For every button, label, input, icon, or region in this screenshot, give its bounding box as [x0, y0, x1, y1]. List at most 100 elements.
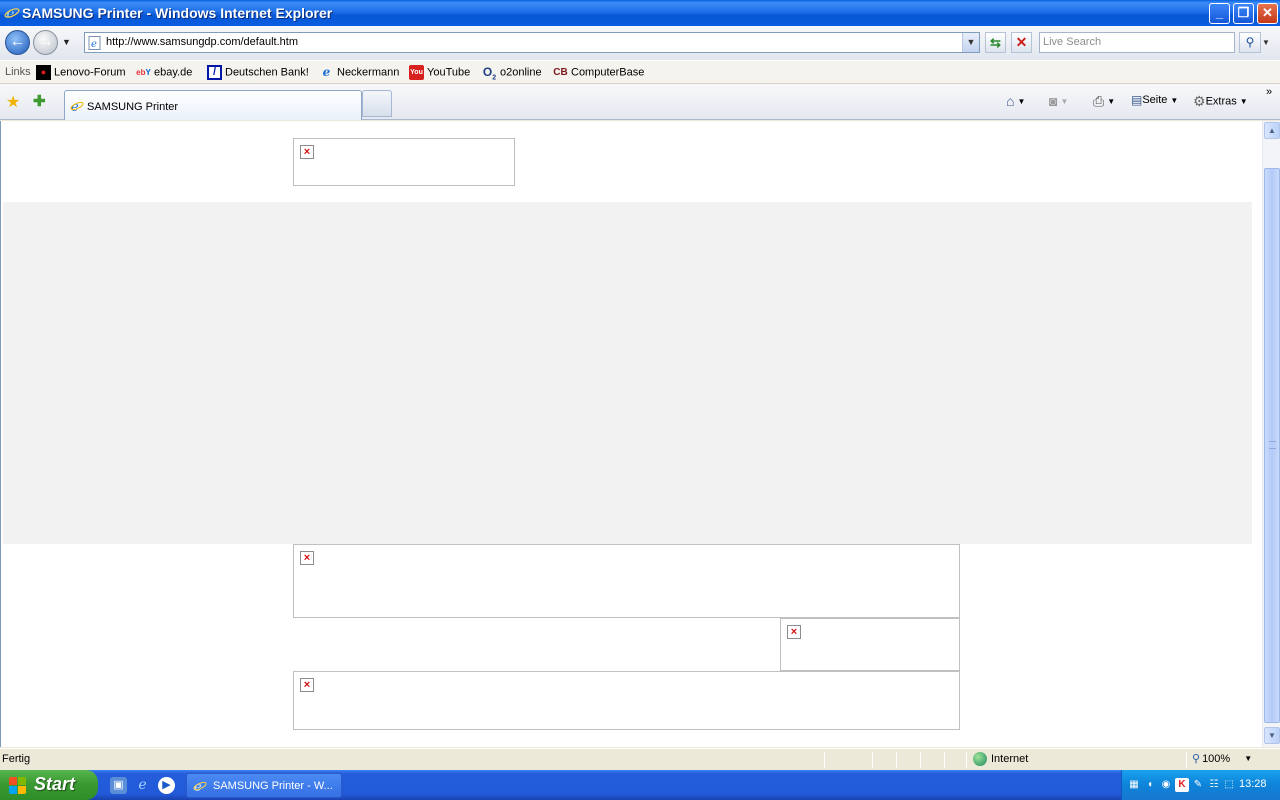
zoom-control[interactable]: ⚲ 100% ▼ [1192, 752, 1252, 766]
address-url[interactable]: http://www.samsungdp.com/default.htm [106, 36, 298, 48]
bluetooth-icon[interactable]: ✎ [1191, 778, 1205, 792]
link-label: o2online [500, 66, 542, 79]
network-icon[interactable]: ▦ [1127, 778, 1141, 792]
start-label: Start [34, 774, 76, 794]
status-divider [944, 752, 945, 768]
tools-menu-button[interactable]: ⚙Extras ▼ [1193, 93, 1248, 110]
taskbar-item-ie[interactable]: e SAMSUNG Printer - W... [186, 773, 342, 798]
svg-text:e: e [6, 6, 15, 21]
forward-button[interactable]: → [33, 30, 58, 55]
page-content: × × × × [0, 121, 1262, 747]
new-tab-button[interactable] [362, 90, 392, 117]
gear-icon: ⚙ [1193, 93, 1206, 109]
ebay-icon: ebY [136, 68, 151, 77]
back-button[interactable]: ← [5, 30, 30, 55]
status-text: Fertig [2, 753, 31, 765]
scroll-up-button[interactable]: ▲ [1264, 122, 1280, 139]
search-icon: ⚲ [1245, 35, 1255, 49]
system-tray: ▦ ◖ ◉ K ✎ ☷ ⬚ 13:28 [1121, 770, 1280, 800]
kaspersky-icon[interactable]: K [1175, 778, 1189, 792]
close-button[interactable]: ✕ [1257, 3, 1278, 24]
link-computerbase[interactable]: CB ComputerBase [553, 65, 644, 81]
link-deutsche-bank[interactable]: / Deutschen Bank! [207, 65, 309, 81]
ie-page-icon: e [88, 36, 102, 53]
chevron-down-icon: ▼ [1170, 95, 1179, 105]
search-placeholder: Live Search [1043, 36, 1102, 48]
grip-icon [1269, 441, 1276, 449]
address-bar[interactable]: e http://www.samsungdp.com/default.htm ▼ [84, 32, 980, 53]
status-bar: Fertig Internet ⚲ 100% ▼ [0, 748, 1280, 770]
wireless-icon[interactable]: ☷ [1207, 778, 1221, 792]
favorites-star-icon[interactable]: ★ [6, 92, 20, 112]
add-favorite-icon[interactable]: ✚ [33, 92, 46, 110]
chevron-down-icon: ▼ [1107, 97, 1116, 106]
link-ebay[interactable]: ebY ebay.de [136, 65, 192, 81]
lenovo-icon: ● [36, 65, 51, 80]
start-button[interactable]: Start [0, 770, 98, 800]
media-player-icon[interactable]: ▶ [158, 777, 175, 794]
tab-samsung-printer[interactable]: e SAMSUNG Printer [64, 90, 362, 120]
clock[interactable]: 13:28 [1239, 778, 1267, 790]
status-divider [920, 752, 921, 768]
content-banner-area [3, 202, 1252, 544]
volume-icon[interactable]: ◖ [1143, 778, 1157, 792]
safely-remove-icon[interactable]: ⬚ [1222, 778, 1236, 792]
scroll-down-button[interactable]: ▼ [1264, 727, 1280, 744]
search-button[interactable]: ⚲ [1239, 32, 1261, 53]
scroll-thumb[interactable] [1264, 168, 1280, 723]
show-desktop-icon[interactable]: ▣ [110, 777, 127, 794]
link-neckermann[interactable]: e Neckermann [319, 65, 400, 81]
page-icon: ▤ [1131, 93, 1143, 107]
link-label: Lenovo-Forum [54, 66, 126, 79]
broken-image-icon: × [300, 145, 314, 159]
svg-text:e: e [91, 39, 97, 50]
computerbase-icon: CB [553, 67, 568, 78]
minimize-button[interactable]: _ [1209, 3, 1230, 24]
zoom-level: 100% [1202, 752, 1231, 765]
status-divider [966, 752, 967, 768]
window-title-bar[interactable]: e SAMSUNG Printer - Windows Internet Exp… [0, 0, 1280, 26]
print-button[interactable]: ⎙ ▼ [1093, 93, 1115, 110]
tools-menu-label: Extras [1205, 95, 1237, 108]
connection-icon[interactable]: ◉ [1159, 778, 1173, 792]
magnifier-icon: ⚲ [1192, 753, 1201, 765]
page-menu-button[interactable]: ▤Seite ▼ [1131, 93, 1178, 107]
links-toolbar: Links ● Lenovo-Forum ebY ebay.de / Deutsche… [0, 60, 1280, 84]
broken-image-icon: × [787, 625, 801, 639]
rss-icon: ◙ [1049, 93, 1058, 109]
link-label: ebay.de [154, 66, 193, 79]
security-zone-label: Internet [991, 753, 1029, 765]
arrow-left-icon: ← [9, 33, 26, 50]
broken-image-footer: × [293, 671, 960, 730]
home-icon: ⌂ [1006, 93, 1015, 109]
chevron-down-icon: ▼ [1268, 731, 1276, 740]
status-divider [824, 752, 825, 768]
ie-logo-icon: e [193, 779, 207, 796]
tab-bar: ★ ✚ e SAMSUNG Printer ⌂ ▼ ◙ ▼ ⎙ ▼ ▤Seite ▼ ⚙… [0, 84, 1280, 120]
link-label: Neckermann [337, 66, 400, 79]
taskbar-item-label: SAMSUNG Printer - W... [213, 780, 333, 792]
toolbar-overflow-button[interactable]: » [1266, 86, 1272, 98]
taskbar: Start ▣ e ▶ e SAMSUNG Printer - W... ▦ ◖… [0, 770, 1280, 800]
maximize-button[interactable]: ❐ [1233, 3, 1254, 24]
stop-button[interactable]: ✕ [1011, 32, 1032, 53]
vertical-scrollbar[interactable]: ▲ ▼ [1262, 121, 1280, 747]
feeds-button[interactable]: ◙ ▼ [1049, 93, 1068, 109]
ie-launch-icon[interactable]: e [134, 777, 151, 794]
link-label: YouTube [427, 66, 471, 79]
arrow-right-icon: → [37, 33, 54, 50]
home-button[interactable]: ⌂ ▼ [1006, 93, 1025, 109]
history-dropdown-icon[interactable]: ▼ [62, 37, 71, 47]
status-divider [1186, 752, 1187, 768]
refresh-button[interactable]: ⇆ [985, 32, 1006, 53]
broken-image-logo: × [293, 138, 515, 186]
search-input[interactable]: Live Search [1039, 32, 1235, 53]
link-lenovo-forum[interactable]: ● Lenovo-Forum [36, 65, 126, 81]
tab-label: SAMSUNG Printer [87, 101, 179, 113]
security-zone[interactable]: Internet [973, 752, 1028, 766]
search-options-dropdown-icon[interactable]: ▼ [1262, 38, 1270, 47]
broken-image-side: × [780, 618, 960, 671]
address-dropdown-button[interactable]: ▼ [962, 33, 979, 52]
link-youtube[interactable]: You YouTube [409, 65, 470, 81]
link-o2online[interactable]: O2 o2online [482, 65, 542, 81]
